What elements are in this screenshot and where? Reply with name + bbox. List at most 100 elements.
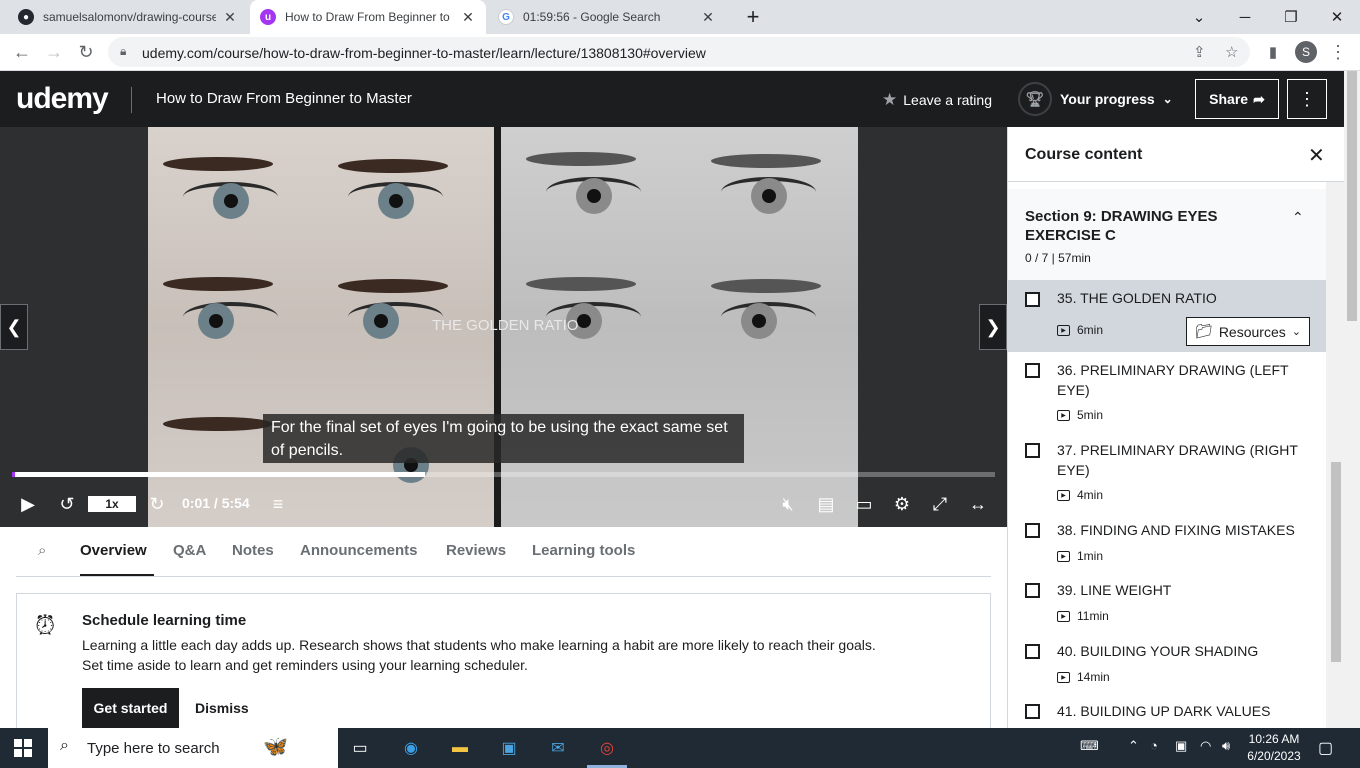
video-icon: ▶ [1057, 489, 1070, 501]
add-note-icon[interactable]: ≡ [266, 492, 290, 516]
transcript-icon[interactable]: ▤ [814, 492, 838, 516]
browser-tab-github[interactable]: ● samuelsalomonv/drawing-course ✕ [8, 0, 248, 34]
lecture-checkbox[interactable] [1025, 583, 1040, 598]
lecture-item[interactable]: 38. FINDING AND FIXING MISTAKES ▶ 1min [1008, 512, 1326, 572]
tab-notes[interactable]: Notes [232, 542, 274, 559]
lecture-checkbox[interactable] [1025, 704, 1040, 719]
network-app-icon[interactable]: ◔ [1150, 738, 1158, 753]
sidebar-scrollbar-thumb[interactable] [1331, 462, 1341, 662]
tab-overview[interactable]: Overview [80, 542, 147, 559]
captions-icon[interactable]: ▭ [852, 492, 876, 516]
taskbar-clock[interactable]: 10:26 AM 6/20/2023 [1238, 731, 1310, 765]
lecture-item[interactable]: 37. PRELIMINARY DRAWING (RIGHT EYE) ▶ 4mi… [1008, 432, 1326, 512]
tab-search-chevron-icon[interactable]: ⌄ [1176, 0, 1222, 34]
share-label: Share [1209, 91, 1249, 107]
url-text[interactable]: udemy.com/course/how-to-draw-from-beginn… [142, 45, 706, 61]
playback-speed-button[interactable]: 1x [88, 496, 136, 512]
wifi-icon[interactable]: ◠ [1200, 738, 1211, 754]
more-options-icon[interactable]: ⋮ [1287, 79, 1327, 119]
browser-tab-google[interactable]: G 01:59:56 - Google Search ✕ [488, 0, 726, 34]
resources-button[interactable]: 📁︎ Resources ⌄ [1186, 317, 1310, 346]
section-header[interactable]: Section 9: DRAWING EYES EXERCISE C 0 / 7… [1008, 189, 1326, 281]
minimize-button[interactable]: ─ [1222, 0, 1268, 34]
forward-icon[interactable]: → [40, 38, 68, 66]
share-button[interactable]: Share ➦ [1195, 79, 1279, 119]
course-title[interactable]: How to Draw From Beginner to Master [156, 90, 412, 107]
next-lecture-button[interactable]: ❯ [979, 304, 1007, 350]
side-panel-icon[interactable]: ▮ [1259, 38, 1287, 66]
udemy-logo[interactable]: udemy [16, 82, 109, 116]
video-subtitle: For the final set of eyes I'm going to b… [263, 414, 744, 463]
expand-width-icon[interactable]: ↔ [966, 492, 990, 516]
lecture-checkbox[interactable] [1025, 523, 1040, 538]
fullscreen-icon[interactable]: ⤢ [928, 492, 952, 516]
schedule-line-2: Set time aside to learn and get reminder… [82, 657, 528, 673]
leave-rating-button[interactable]: ★ Leave a rating [882, 90, 992, 110]
volume-icon[interactable]: 🔊︎ [1222, 738, 1230, 754]
bookmark-star-icon[interactable]: ☆ [1225, 43, 1238, 61]
restore-button[interactable]: ❐ [1268, 0, 1314, 34]
notifications-icon[interactable]: ▢ [1318, 738, 1333, 758]
tab-reviews[interactable]: Reviews [446, 542, 506, 559]
play-icon[interactable]: ▶ [16, 492, 40, 516]
lecture-checkbox[interactable] [1025, 644, 1040, 659]
search-icon[interactable]: ⌕ [38, 542, 46, 559]
lecture-duration: ▶ 5min [1057, 408, 1103, 422]
video-buffered-bar [12, 472, 425, 477]
profile-avatar[interactable]: S [1295, 41, 1317, 63]
lecture-title: 35. THE GOLDEN RATIO [1057, 290, 1217, 306]
microsoft-store-icon[interactable]: ▣ [495, 734, 523, 762]
reload-icon[interactable]: ↻ [72, 38, 100, 66]
chrome-menu-icon[interactable]: ⋮ [1324, 38, 1352, 66]
chevron-up-icon[interactable]: ⌃ [1292, 209, 1304, 226]
file-explorer-icon[interactable]: ▬ [446, 734, 474, 762]
close-icon[interactable]: ✕ [1308, 143, 1325, 168]
lecture-checkbox[interactable] [1025, 292, 1040, 307]
browser-tab-udemy[interactable]: u How to Draw From Beginner to M ✕ [250, 0, 486, 34]
lecture-item[interactable]: 36. PRELIMINARY DRAWING (LEFT EYE) ▶ 5min [1008, 352, 1326, 432]
camera-icon[interactable]: ▣ [1175, 738, 1187, 754]
tab-qa[interactable]: Q&A [173, 542, 206, 559]
lecture-item[interactable]: 40. BUILDING YOUR SHADING ▶ 14min [1008, 632, 1326, 692]
video-player[interactable]: THE GOLDEN RATIO For the final set of ey… [0, 127, 1007, 527]
show-hidden-icons-chevron-icon[interactable]: ⌃ [1128, 738, 1139, 754]
lecture-item-current[interactable]: 35. THE GOLDEN RATIO ▶ 6min 📁︎ Resources … [1008, 281, 1326, 352]
tab-announcements[interactable]: Announcements [300, 542, 418, 559]
previous-lecture-button[interactable]: ❮ [0, 304, 28, 350]
page-scrollbar[interactable] [1344, 71, 1360, 728]
close-window-button[interactable]: ✕ [1314, 0, 1360, 34]
video-icon: ▶ [1057, 610, 1070, 622]
close-tab-icon[interactable]: ✕ [700, 9, 716, 26]
back-icon[interactable]: ← [8, 38, 36, 66]
video-progress-bar[interactable] [12, 472, 995, 477]
forward-5s-icon[interactable]: ↻ [145, 492, 169, 516]
new-tab-button[interactable]: + [730, 0, 776, 34]
close-tab-icon[interactable]: ✕ [222, 9, 238, 26]
lecture-item[interactable]: 39. LINE WEIGHT ▶ 11min [1008, 572, 1326, 632]
volume-muted-icon[interactable]: 🔇︎ [776, 492, 800, 516]
your-progress-button[interactable]: 🏆︎ Your progress ⌄ [1018, 81, 1173, 117]
share-arrow-icon: ➦ [1253, 90, 1265, 107]
page-scrollbar-thumb[interactable] [1347, 71, 1357, 321]
task-view-icon[interactable]: ▭ [346, 734, 374, 762]
rewind-5s-icon[interactable]: ↺ [55, 492, 79, 516]
dismiss-button[interactable]: Dismiss [195, 700, 249, 716]
edge-icon[interactable]: ◉ [397, 734, 425, 762]
lecture-duration: ▶ 6min [1057, 323, 1103, 337]
settings-gear-icon[interactable]: ⚙ [890, 492, 914, 516]
chrome-icon[interactable]: ◎ [593, 734, 621, 762]
lecture-checkbox[interactable] [1025, 443, 1040, 458]
lecture-item[interactable]: 41. BUILDING UP DARK VALUES [1008, 692, 1326, 728]
close-tab-icon[interactable]: ✕ [460, 9, 476, 26]
lecture-checkbox[interactable] [1025, 363, 1040, 378]
keyboard-icon[interactable]: ⌨ [1080, 738, 1099, 754]
windows-start-icon[interactable] [14, 739, 32, 757]
get-started-button[interactable]: Get started [82, 688, 179, 728]
share-page-icon[interactable]: ⇪ [1193, 43, 1206, 61]
tab-learning-tools[interactable]: Learning tools [532, 542, 635, 559]
browser-tab-strip: ● samuelsalomonv/drawing-course ✕ u How … [0, 0, 1360, 34]
mail-icon[interactable]: ✉ [544, 734, 572, 762]
sidebar-scrollbar[interactable] [1326, 182, 1344, 728]
address-bar[interactable]: 🔒︎ udemy.com/course/how-to-draw-from-beg… [108, 37, 1250, 67]
taskbar-search-box[interactable]: ⌕ Type here to search 🦋 [48, 728, 338, 768]
